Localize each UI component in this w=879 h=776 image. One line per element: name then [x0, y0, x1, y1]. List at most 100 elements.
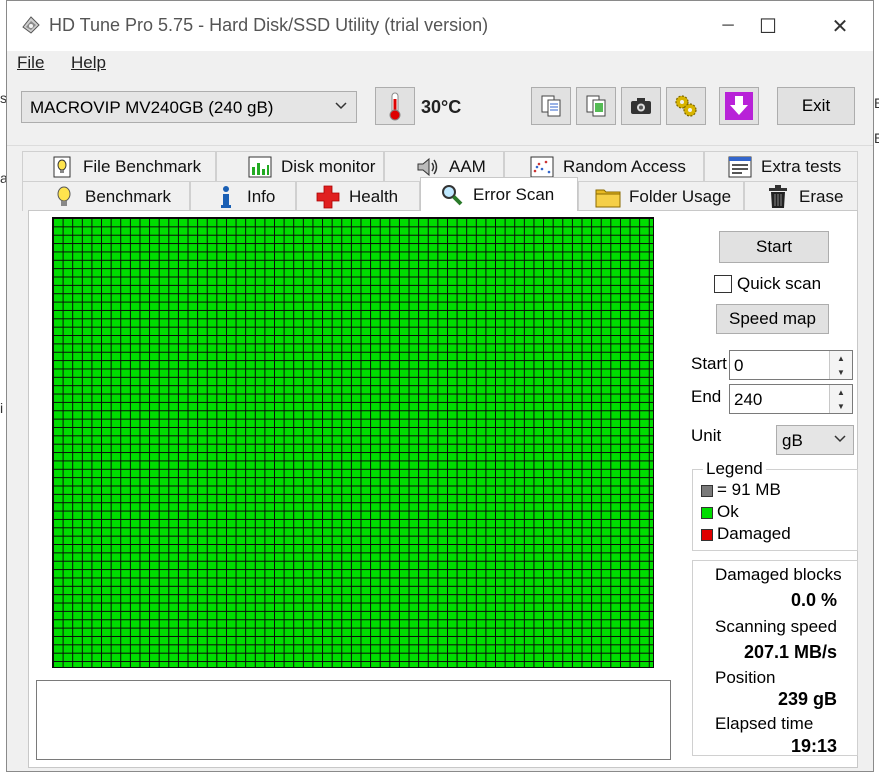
chevron-down-icon	[834, 435, 846, 443]
app-window: HD Tune Pro 5.75 - Hard Disk/SSD Utility…	[6, 0, 874, 772]
end-spinner: ▲ ▼	[829, 385, 852, 413]
toolbar: MACROVIP MV240GB (240 gB) 30°C Exit	[7, 77, 873, 146]
block-swatch-icon	[701, 484, 713, 497]
unit-select[interactable]: gB	[776, 425, 854, 455]
elapsed-time-value: 19:13	[790, 736, 837, 756]
disk-monitor-icon	[247, 155, 273, 179]
elapsed-time-label: Elapsed time	[715, 714, 814, 733]
spin-down-icon[interactable]: ▼	[830, 399, 852, 413]
tab-label: AAM	[449, 156, 486, 176]
legend-group: Legend = 91 MB Ok Damaged	[692, 459, 858, 551]
tab-label: Health	[349, 186, 399, 206]
tab-error-scan[interactable]: Error Scan	[420, 177, 578, 211]
tab-label: Random Access	[563, 156, 686, 176]
gears-icon	[675, 95, 697, 117]
copy-all-button[interactable]	[576, 87, 616, 125]
scanning-speed-value: 207.1 MB/s	[743, 642, 837, 662]
legend-block-size-text: = 91 MB	[717, 480, 781, 499]
tab-disk-monitor[interactable]: Disk monitor	[216, 151, 384, 181]
scanning-speed-label: Scanning speed	[715, 617, 837, 636]
extra-tests-icon	[727, 155, 753, 179]
maximize-button[interactable]: ☐	[745, 1, 791, 51]
end-input[interactable]: 240 ▲ ▼	[729, 384, 853, 414]
damaged-blocks-label: Damaged blocks	[715, 565, 842, 584]
error-scan-panel: Start Quick scan Speed map Start 0 ▲ ▼ E…	[28, 210, 858, 768]
menu-help[interactable]: Help	[71, 53, 106, 73]
start-spinner: ▲ ▼	[829, 351, 852, 379]
start-label: Start	[691, 354, 727, 373]
legend-ok: Ok	[701, 502, 739, 522]
tabs-row-bottom: Benchmark Info Health Error Scan Folder …	[22, 177, 858, 211]
quick-scan-checkbox[interactable]	[714, 275, 732, 293]
tab-label: Erase	[799, 186, 844, 206]
spin-up-icon[interactable]: ▲	[830, 351, 852, 366]
title-bar[interactable]: HD Tune Pro 5.75 - Hard Disk/SSD Utility…	[7, 1, 873, 51]
tab-label: Folder Usage	[629, 186, 732, 206]
drive-select[interactable]: MACROVIP MV240GB (240 gB)	[21, 91, 357, 123]
thermometer-icon	[389, 92, 401, 121]
quick-scan-label: Quick scan	[737, 274, 822, 293]
tab-file-benchmark[interactable]: File Benchmark	[22, 151, 216, 181]
tab-info[interactable]: Info	[190, 181, 296, 211]
background-fragment: E	[874, 95, 879, 111]
maximize-icon: ☐	[759, 15, 777, 38]
scan-stats-group: Damaged blocks 0.0 % Scanning speed 207.…	[692, 560, 858, 756]
tab-extra-tests[interactable]: Extra tests	[704, 151, 858, 181]
tab-label: Extra tests	[761, 156, 842, 176]
legend-block-size: = 91 MB	[701, 480, 781, 500]
temperature-button[interactable]	[375, 87, 415, 125]
magnifier-icon	[439, 183, 465, 207]
background-fragment: E	[874, 130, 879, 146]
tab-folder-usage[interactable]: Folder Usage	[578, 181, 744, 211]
health-cross-icon	[315, 185, 341, 209]
menu-bar: File Help	[7, 51, 873, 77]
window-title: HD Tune Pro 5.75 - Hard Disk/SSD Utility…	[49, 15, 489, 35]
start-input-value: 0	[734, 356, 744, 375]
ok-swatch-icon	[701, 506, 713, 519]
unit-label: Unit	[691, 426, 722, 445]
legend-ok-text: Ok	[717, 502, 739, 521]
options-button[interactable]	[666, 87, 706, 125]
save-button[interactable]	[719, 87, 759, 125]
tab-label: Benchmark	[85, 186, 171, 206]
screenshot-button[interactable]	[621, 87, 661, 125]
scan-log-box[interactable]	[36, 680, 671, 760]
tab-label: Disk monitor	[281, 156, 376, 176]
close-icon: ✕	[831, 15, 849, 38]
chevron-down-icon	[335, 102, 347, 110]
legend-damaged: Damaged	[701, 524, 791, 544]
copy-text-button[interactable]	[531, 87, 571, 125]
damaged-swatch-icon	[701, 528, 713, 541]
damaged-blocks-value: 0.0 %	[790, 590, 837, 610]
position-value: 239 gB	[777, 689, 837, 709]
trash-icon	[765, 184, 791, 209]
tab-label: File Benchmark	[83, 156, 202, 176]
drive-select-value: MACROVIP MV240GB (240 gB)	[30, 98, 274, 117]
copy-text-icon	[541, 95, 561, 117]
end-label: End	[691, 387, 722, 406]
file-benchmark-icon	[49, 155, 75, 179]
copy-all-icon	[586, 95, 606, 117]
position-label: Position	[715, 668, 776, 687]
close-button[interactable]: ✕	[817, 1, 863, 51]
app-icon	[22, 16, 40, 34]
minimize-icon: ─	[722, 17, 734, 34]
spin-up-icon[interactable]: ▲	[830, 385, 852, 400]
temperature-readout: 30°C	[421, 97, 462, 117]
tab-health[interactable]: Health	[296, 181, 420, 211]
start-input[interactable]: 0 ▲ ▼	[729, 350, 853, 380]
start-scan-button[interactable]: Start	[719, 231, 829, 263]
tab-erase[interactable]: Erase	[744, 181, 858, 211]
info-icon	[213, 185, 239, 209]
speed-map-button[interactable]: Speed map	[716, 304, 829, 334]
tab-label: Error Scan	[473, 184, 555, 204]
menu-file[interactable]: File	[17, 53, 44, 73]
exit-button[interactable]: Exit	[777, 87, 855, 125]
tab-benchmark[interactable]: Benchmark	[22, 181, 190, 211]
end-input-value: 240	[734, 390, 763, 409]
download-arrow-icon	[725, 92, 753, 120]
spin-down-icon[interactable]: ▼	[830, 365, 852, 379]
background-fragment: i	[0, 400, 4, 416]
legend-damaged-text: Damaged	[717, 524, 791, 543]
folder-icon	[595, 185, 621, 209]
